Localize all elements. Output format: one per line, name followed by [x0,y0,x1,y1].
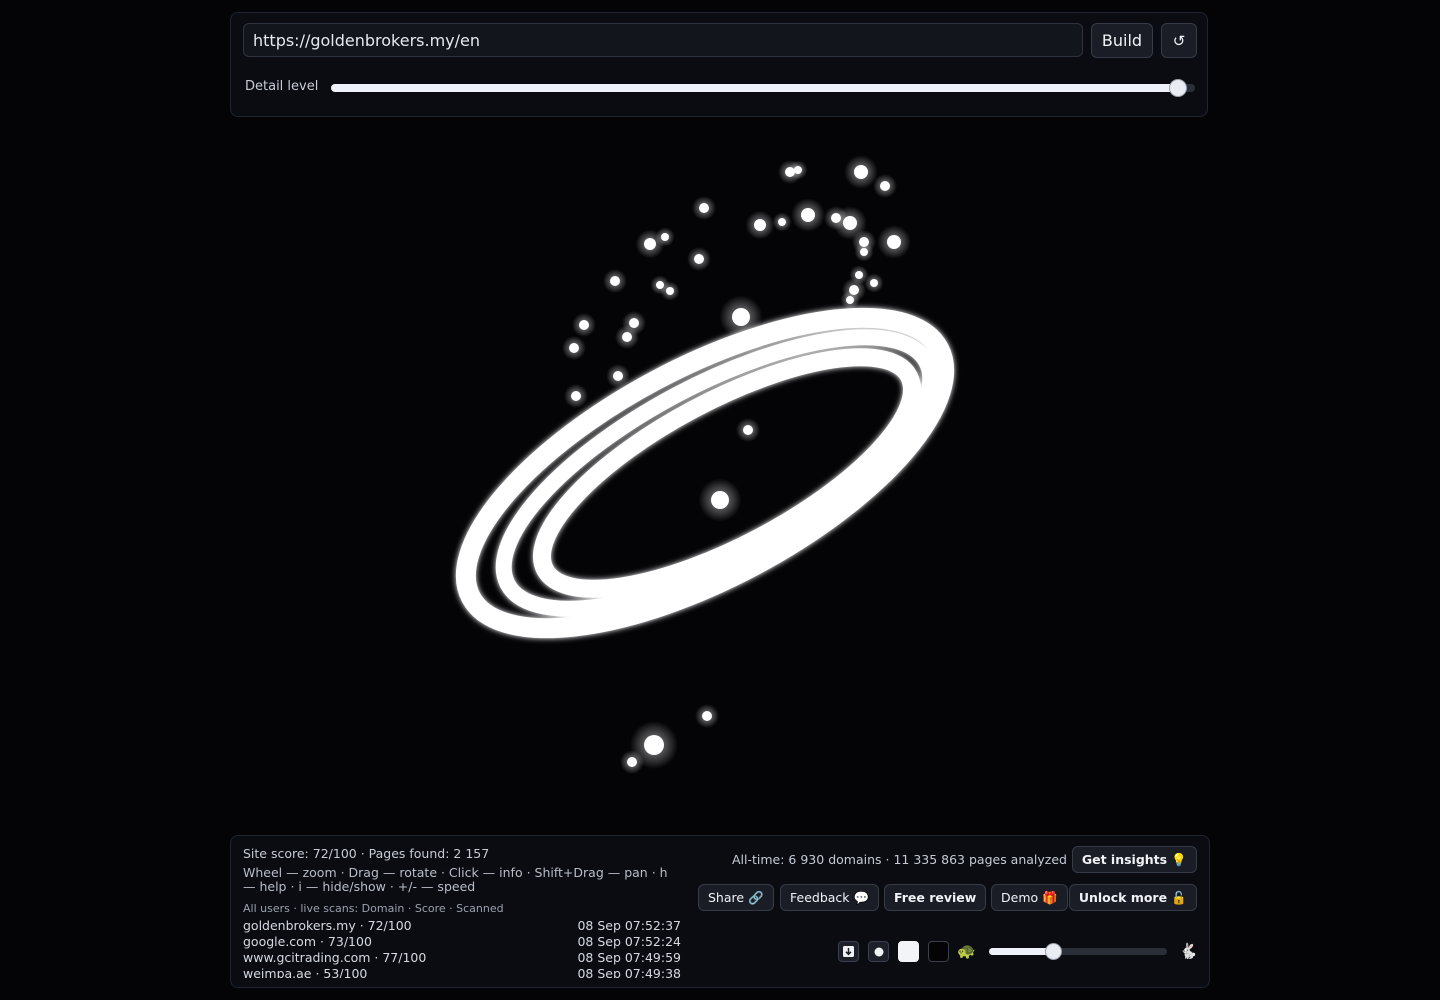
turtle-icon: 🐢 [957,942,976,960]
demo-button[interactable]: Demo 🎁 [991,884,1068,911]
black-theme-swatch[interactable] [928,941,949,962]
detail-level-slider[interactable] [331,80,1195,96]
site-score: Site score: 72/100 · Pages found: 2 157 [243,846,490,861]
graph-node[interactable] [794,166,802,174]
graph-node[interactable] [843,216,857,230]
graph-node[interactable] [569,343,579,353]
graph-node[interactable] [846,296,854,304]
live-scans-list: goldenbrokers.my · 72/100 08 Sep 07:52:3… [243,918,681,978]
graph-node[interactable] [743,425,753,435]
share-button[interactable]: Share 🔗 [698,884,774,911]
graph-node[interactable] [880,181,890,191]
graph-ring [455,307,955,639]
download-icon [843,946,854,957]
detail-level-fill [331,84,1178,92]
graph-node[interactable] [854,165,868,179]
detail-level-thumb[interactable] [1169,80,1186,96]
top-bar: Build ↺ Detail level [230,12,1208,117]
graph-node[interactable] [870,279,878,287]
list-item[interactable]: goldenbrokers.my · 72/100 08 Sep 07:52:3… [243,918,681,934]
scan-domain: google.com · 73/100 [243,934,372,949]
scan-domain: weimpa.ae · 53/100 [243,966,368,978]
url-input[interactable] [243,23,1083,57]
unlock-more-button[interactable]: Unlock more 🔓 [1068,884,1197,911]
scan-time: 08 Sep 07:49:59 [577,950,681,965]
footer-panel: Site score: 72/100 · Pages found: 2 157 … [230,835,1210,988]
graph-node[interactable] [666,287,674,295]
feedback-button[interactable]: Feedback 💬 [780,884,880,911]
reload-button[interactable]: ↺ [1161,23,1197,58]
graph-node[interactable] [610,276,620,286]
graph-node[interactable] [594,412,602,420]
graph-node[interactable] [571,391,581,401]
graph-node[interactable] [711,491,729,509]
site-graph-canvas[interactable] [230,130,1210,830]
graph-node[interactable] [778,218,786,226]
graph-node[interactable] [644,735,664,755]
help-text: Wheel — zoom · Drag — rotate · Click — i… [243,865,668,894]
graph-node[interactable] [661,233,669,241]
get-insights-button[interactable]: Get insights 💡 [1071,846,1197,873]
graph-node[interactable] [694,254,704,264]
all-time-stats: All-time: 6 930 domains · 11 335 863 pag… [732,852,1067,867]
refresh-icon: ↺ [1172,31,1186,50]
list-item[interactable]: weimpa.ae · 53/100 08 Sep 07:49:38 [243,966,681,978]
scan-time: 08 Sep 07:52:37 [577,918,681,933]
speed-fill [989,948,1054,955]
detail-level-label: Detail level [245,79,319,94]
graph-node[interactable] [801,208,815,222]
graph-node[interactable] [732,308,750,326]
graph-node[interactable] [627,757,637,767]
build-button[interactable]: Build [1091,23,1153,58]
graph-rings [455,307,955,639]
dot-icon [874,947,883,956]
graph-node[interactable] [855,271,863,279]
scan-time: 08 Sep 07:49:38 [577,966,681,978]
graph-node[interactable] [622,332,632,342]
graph-node[interactable] [579,320,589,330]
speed-thumb[interactable] [1046,944,1062,959]
speed-slider[interactable] [989,944,1167,959]
graph-node[interactable] [702,711,712,721]
live-scans-title: All users · live scans: Domain · Score ·… [243,902,504,915]
free-review-button[interactable]: Free review [884,884,987,911]
graph-node[interactable] [699,203,709,213]
graph-node[interactable] [613,371,623,381]
white-theme-swatch[interactable] [898,941,919,962]
graph-node[interactable] [644,238,656,250]
scan-domain: goldenbrokers.my · 72/100 [243,918,412,933]
node-style-button[interactable] [868,941,889,962]
list-item[interactable]: google.com · 73/100 08 Sep 07:52:24 [243,934,681,950]
scan-domain: www.gcitrading.com · 77/100 [243,950,427,965]
rabbit-icon: 🐇 [1179,942,1198,960]
scan-time: 08 Sep 07:52:24 [577,934,681,949]
graph-node[interactable] [887,235,901,249]
graph-node[interactable] [754,219,766,231]
list-item[interactable]: www.gcitrading.com · 77/100 08 Sep 07:49… [243,950,681,966]
graph-node[interactable] [860,248,868,256]
download-button[interactable] [838,941,859,962]
